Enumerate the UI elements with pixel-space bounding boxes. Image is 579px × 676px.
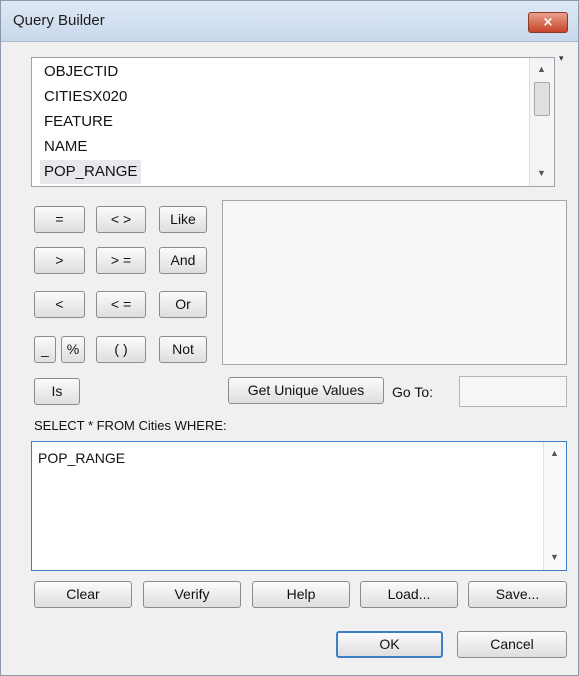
greater-equal-button[interactable]: > = [96,247,146,274]
underscore-wildcard-button[interactable]: _ [34,336,56,363]
clear-button[interactable]: Clear [34,581,132,608]
where-clause-text[interactable]: POP_RANGE [38,450,125,466]
where-clause-textarea[interactable]: POP_RANGE ▲ ▼ [31,441,567,571]
equals-button[interactable]: = [34,206,85,233]
scroll-up-icon[interactable]: ▲ [537,64,546,74]
field-item-pop-range[interactable]: POP_RANGE [40,160,142,184]
list-dropdown-icon[interactable]: ▾ [559,53,564,64]
get-unique-values-button[interactable]: Get Unique Values [228,377,384,404]
title-bar[interactable]: Query Builder × [1,1,578,42]
cancel-button[interactable]: Cancel [457,631,567,658]
unique-values-list[interactable] [222,200,567,365]
close-icon: × [542,15,554,30]
not-equals-button[interactable]: < > [96,206,146,233]
goto-input[interactable] [459,376,567,407]
field-item-name[interactable]: NAME [40,135,91,159]
where-scrollbar[interactable]: ▲ ▼ [543,442,566,570]
window-title: Query Builder [13,12,105,29]
greater-than-button[interactable]: > [34,247,85,274]
field-item-citiesx020[interactable]: CITIESX020 [40,85,131,109]
field-item-feature[interactable]: FEATURE [40,110,117,134]
or-button[interactable]: Or [159,291,207,318]
where-label: SELECT * FROM Cities WHERE: [34,418,227,433]
field-list-scrollbar[interactable]: ▲ ▼ [529,58,554,186]
percent-wildcard-button[interactable]: % [61,336,85,363]
scroll-down-icon[interactable]: ▼ [537,168,546,178]
less-than-button[interactable]: < [34,291,85,318]
like-button[interactable]: Like [159,206,207,233]
help-button[interactable]: Help [252,581,350,608]
scroll-up-icon[interactable]: ▲ [550,448,559,458]
close-button[interactable]: × [528,12,568,33]
field-item-objectid[interactable]: OBJECTID [40,60,122,84]
is-button[interactable]: Is [34,378,80,405]
less-equal-button[interactable]: < = [96,291,146,318]
scroll-thumb[interactable] [534,82,550,116]
ok-button[interactable]: OK [336,631,443,658]
field-list[interactable]: OBJECTID CITIESX020 FEATURE NAME POP_RAN… [31,57,555,187]
parentheses-button[interactable]: ( ) [96,336,146,363]
save-button[interactable]: Save... [468,581,567,608]
and-button[interactable]: And [159,247,207,274]
verify-button[interactable]: Verify [143,581,241,608]
goto-label: Go To: [392,384,433,400]
query-builder-dialog: Query Builder × OBJECTID CITIESX020 FEAT… [0,0,579,676]
not-button[interactable]: Not [159,336,207,363]
load-button[interactable]: Load... [360,581,458,608]
scroll-down-icon[interactable]: ▼ [550,552,559,562]
